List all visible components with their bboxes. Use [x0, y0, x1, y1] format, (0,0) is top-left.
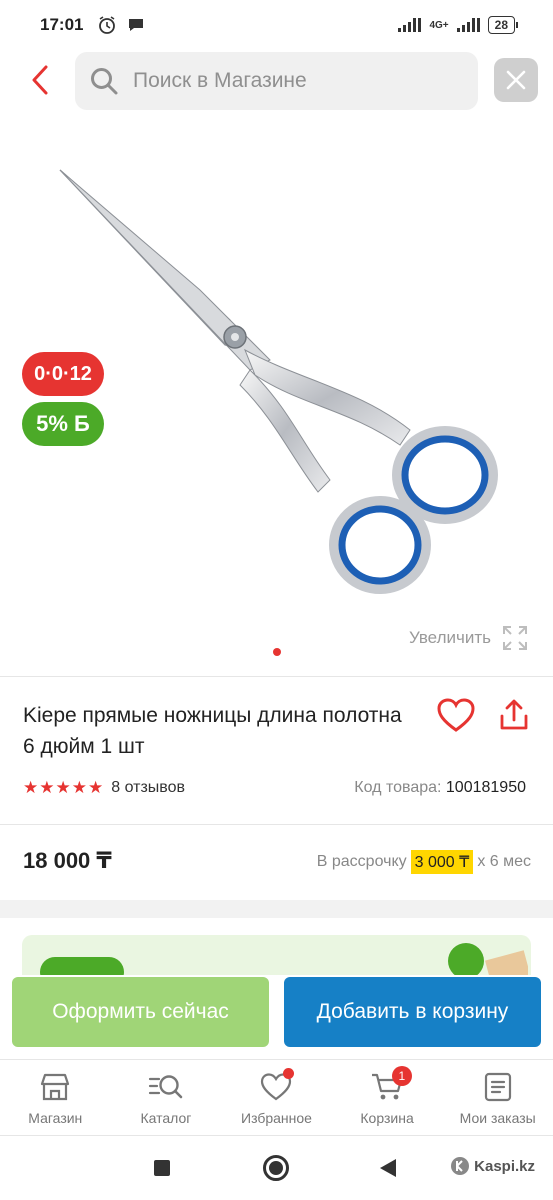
share-icon [500, 699, 528, 730]
search-input[interactable]: Поиск в Магазине [75, 52, 478, 110]
bottom-nav: Магазин Каталог Избранное 1 Корзина Мои … [0, 1059, 553, 1135]
star-icon: ★ [39, 778, 55, 797]
product-title: Kiepe прямые ножницы длина полотна 6 дюй… [23, 704, 402, 758]
nav-item-favorites[interactable]: Избранное [221, 1060, 332, 1135]
alarm-icon [99, 16, 116, 34]
product-code: Код товара: 100181950 [354, 779, 526, 797]
network-type: 4G+ [429, 19, 449, 31]
close-search-button[interactable] [494, 58, 538, 102]
zoom-button[interactable]: Увеличить [409, 624, 529, 652]
star-icon: ★ [55, 778, 71, 797]
nav-item-cart[interactable]: 1 Корзина [332, 1060, 443, 1135]
kaspi-logo-icon [451, 1157, 470, 1175]
rating-stars: ★ ★ ★ ★ ★ [23, 778, 103, 798]
back-button[interactable] [25, 62, 55, 98]
rating-row[interactable]: ★ ★ ★ ★ ★ 8 отзывов [23, 778, 185, 798]
orders-icon [484, 1072, 511, 1102]
system-nav-bar: Kaspi.kz [0, 1135, 553, 1200]
nav-item-shop[interactable]: Магазин [0, 1060, 111, 1135]
installment-suffix: x 6 мес [477, 853, 531, 870]
share-button[interactable] [496, 698, 532, 734]
home-button[interactable] [263, 1155, 289, 1181]
battery-icon: 28 [487, 16, 519, 34]
shop-icon [41, 1073, 70, 1101]
signal-icon-2 [456, 18, 480, 32]
back-nav-button[interactable] [380, 1159, 396, 1177]
nav-label: Избранное [241, 1110, 312, 1126]
bonus-badge: 5% Б [22, 402, 104, 446]
nav-label: Магазин [28, 1110, 83, 1126]
reviews-link[interactable]: 8 отзывов [111, 779, 185, 797]
status-time: 17:01 [40, 15, 84, 34]
promo-pill [40, 957, 124, 975]
nav-item-catalog[interactable]: Каталог [111, 1060, 222, 1135]
star-icon: ★ [23, 778, 39, 797]
cart-count-badge: 1 [391, 1066, 412, 1086]
star-icon: ★ [88, 778, 104, 797]
installment-info[interactable]: В рассрочку 3 000 ₸ x 6 мес [317, 850, 531, 874]
add-to-cart-button[interactable]: Добавить в корзину [284, 977, 541, 1047]
nav-item-orders[interactable]: Мои заказы [442, 1060, 553, 1135]
status-bar: 17:01 4G+ 28 [0, 0, 553, 50]
installment-prefix: В рассрочку [316, 853, 407, 870]
favorite-button[interactable] [436, 696, 476, 736]
chevron-left-icon [32, 65, 48, 95]
heart-icon [437, 698, 475, 732]
kaspi-watermark: Kaspi.kz [450, 1156, 535, 1176]
bonus-coin-icon [448, 943, 528, 975]
buy-now-button[interactable]: Оформить сейчас [12, 977, 269, 1047]
close-icon [506, 70, 526, 90]
watermark-text: Kaspi.kz [474, 1157, 535, 1175]
expand-icon [503, 626, 527, 650]
installment-amount: 3 000 ₸ [410, 850, 474, 874]
divider [0, 676, 553, 677]
nav-label: Корзина [360, 1110, 414, 1126]
recents-button[interactable] [154, 1160, 170, 1176]
notification-dot [283, 1068, 295, 1079]
nav-label: Мои заказы [459, 1110, 536, 1126]
search-placeholder: Поиск в Магазине [133, 69, 307, 92]
nav-label: Каталог [140, 1110, 192, 1126]
divider [0, 824, 553, 825]
star-icon: ★ [71, 778, 87, 797]
product-code-label: Код товара: [354, 779, 442, 796]
scissors-image [59, 169, 498, 594]
product-code-value: 100181950 [445, 779, 526, 796]
carousel-indicator [273, 648, 281, 656]
search-icon [91, 68, 118, 95]
promo-banner[interactable] [22, 935, 531, 975]
section-separator [0, 900, 553, 918]
product-image[interactable] [0, 120, 553, 680]
zoom-label: Увеличить [409, 628, 491, 647]
signal-icon [398, 18, 422, 32]
chat-icon [129, 19, 144, 31]
search-header: Поиск в Магазине [0, 50, 553, 114]
catalog-search-icon [148, 1075, 183, 1099]
installment-badge: 0·0·12 [22, 352, 104, 396]
price: 18 000 ₸ [23, 848, 112, 873]
